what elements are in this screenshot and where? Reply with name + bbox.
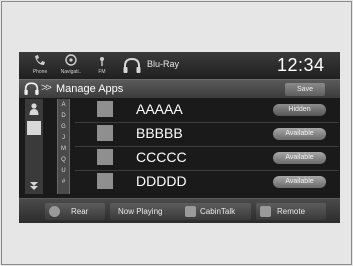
phone-button[interactable]: Phone (25, 54, 55, 78)
app-name: CCCCC (136, 149, 187, 165)
app-thumbnail (97, 173, 113, 189)
remote-icon (260, 206, 271, 217)
cabintalk-label: CabinTalk (200, 207, 236, 216)
headphone-icon (123, 58, 141, 73)
cabintalk-icon (185, 206, 196, 217)
fm-label: FM (98, 69, 106, 75)
app-status-toggle[interactable]: Hidden (273, 104, 326, 116)
alpha-index-letter[interactable]: M (58, 146, 69, 153)
now-playing-label: Now Playing (118, 207, 163, 216)
radio-icon (100, 57, 104, 66)
scroll-down-icon[interactable] (29, 181, 39, 191)
rear-label: Rear (71, 207, 89, 216)
remote-button[interactable]: Remote (256, 203, 326, 220)
navigation-icon (65, 54, 77, 66)
app-name: DDDDD (136, 173, 187, 189)
alphabet-index[interactable]: A D G J M Q U # (57, 99, 70, 194)
alpha-index-letter[interactable]: G (58, 124, 69, 131)
clock: 12:34 (277, 55, 325, 75)
app-row[interactable]: DDDDD Available (75, 171, 339, 193)
app-thumbnail (97, 125, 113, 141)
app-status-toggle[interactable]: Available (273, 176, 326, 188)
app-name: BBBBB (136, 125, 183, 141)
person-icon[interactable] (29, 103, 39, 115)
alpha-index-letter[interactable]: J (58, 135, 69, 142)
app-row[interactable]: AAAAA Hidden (75, 99, 339, 121)
now-playing-button[interactable]: Now Playing (110, 203, 186, 220)
phone-icon (35, 55, 45, 65)
app-row[interactable]: BBBBB Available (75, 123, 339, 145)
app-status-toggle[interactable]: Available (273, 152, 326, 164)
fm-button[interactable]: FM (87, 54, 117, 78)
rear-button[interactable]: Rear (45, 203, 105, 220)
alpha-index-letter[interactable]: Q (58, 157, 69, 164)
breadcrumb-chevrons: >> (41, 82, 52, 94)
app-name: AAAAA (136, 101, 183, 117)
save-button[interactable]: Save (285, 83, 325, 96)
alpha-index-letter[interactable]: # (58, 179, 69, 186)
cabintalk-button[interactable]: CabinTalk (181, 203, 251, 220)
bottom-bar: Rear Now Playing CabinTalk Remote (19, 198, 340, 223)
app-row[interactable]: CCCCC Available (75, 147, 339, 169)
scroll-column (25, 99, 43, 194)
page-title: Manage Apps (56, 83, 124, 95)
infotainment-screen: Phone Navigati.. FM Blu-Ray 12:34 >> Man… (19, 52, 340, 223)
navigation-label: Navigati.. (60, 69, 82, 75)
scroll-thumb[interactable] (27, 121, 41, 135)
phone-label: Phone (32, 69, 48, 75)
alpha-index-letter[interactable]: D (58, 113, 69, 120)
title-bar: >> Manage Apps Save (19, 79, 340, 98)
headphone-icon (24, 82, 39, 95)
app-status-toggle[interactable]: Available (273, 128, 326, 140)
app-thumbnail (97, 149, 113, 165)
navigation-button[interactable]: Navigati.. (56, 54, 86, 78)
rear-icon (49, 206, 60, 217)
alpha-index-letter[interactable]: A (58, 102, 69, 109)
figure-frame: Phone Navigati.. FM Blu-Ray 12:34 >> Man… (1, 1, 352, 265)
remote-label: Remote (277, 207, 306, 216)
app-thumbnail (97, 101, 113, 117)
status-bar: Phone Navigati.. FM Blu-Ray 12:34 (19, 52, 340, 79)
alpha-index-letter[interactable]: U (58, 168, 69, 175)
source-label: Blu-Ray (147, 59, 180, 69)
